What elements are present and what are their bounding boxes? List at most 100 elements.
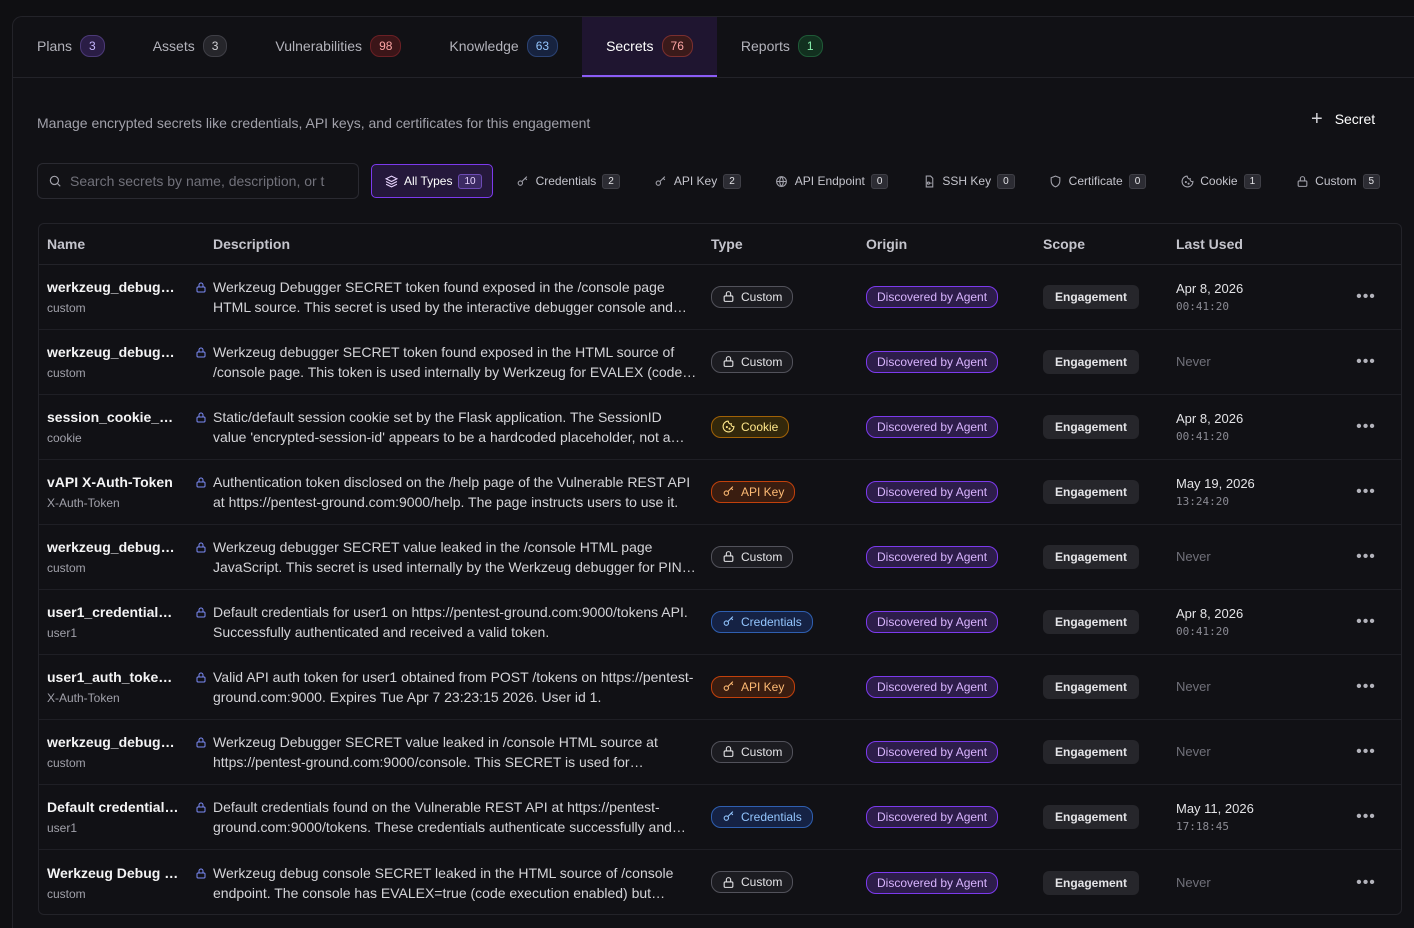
type-badge: Custom	[711, 350, 794, 373]
type-badge: Custom	[711, 871, 794, 894]
lock-icon	[722, 290, 735, 303]
secret-subtype: custom	[47, 366, 86, 380]
table-row[interactable]: user1_credentials_vapi user1 Default cre…	[39, 590, 1401, 655]
more-actions-icon[interactable]: •••	[1356, 483, 1376, 501]
more-actions-icon[interactable]: •••	[1356, 353, 1376, 371]
filter-label: Custom	[1315, 174, 1357, 188]
tab-vulnerabilities[interactable]: Vulnerabilities 98	[251, 17, 425, 77]
search-box[interactable]	[37, 163, 359, 199]
tab-reports[interactable]: Reports 1	[717, 17, 847, 77]
secret-name[interactable]: user1_credentials_vapi	[47, 604, 179, 620]
table-row[interactable]: vAPI X-Auth-Token X-Auth-Token Authentic…	[39, 460, 1401, 525]
scope-badge: Engagement	[1043, 545, 1140, 569]
filter-api-key[interactable]: API Key 2	[641, 164, 752, 198]
secret-subtype: user1	[47, 626, 78, 640]
tab-label: Vulnerabilities	[275, 38, 363, 54]
secret-name[interactable]: vAPI X-Auth-Token	[47, 474, 179, 490]
origin-badge: Discovered by Agent	[866, 416, 999, 438]
filter-label: Certificate	[1068, 174, 1123, 188]
last-used-never: Never	[1176, 354, 1211, 369]
secret-name[interactable]: Default credentials vAPI	[47, 799, 179, 815]
tab-plans[interactable]: Plans 3	[13, 17, 129, 77]
last-used-never: Never	[1176, 549, 1211, 564]
table-row[interactable]: werkzeug_debugger_secret_token custom We…	[39, 265, 1401, 330]
header-type[interactable]: Type	[711, 236, 866, 252]
more-actions-icon[interactable]: •••	[1356, 743, 1376, 761]
lock-icon	[195, 476, 207, 488]
filter-label: SSH Key	[942, 174, 992, 188]
secret-name[interactable]: werkzeug_debugger_secret_token	[47, 279, 179, 295]
origin-badge: Discovered by Agent	[866, 481, 999, 503]
origin-badge: Discovered by Agent	[866, 286, 999, 308]
filter-credentials[interactable]: Credentials 2	[503, 164, 631, 198]
last-used-time: 13:24:20	[1176, 495, 1229, 508]
origin-badge: Discovered by Agent	[866, 741, 999, 763]
secret-name[interactable]: werkzeug_debugger_secret_console	[47, 734, 179, 750]
tab-label: Reports	[740, 38, 790, 54]
tab-count-badge: 98	[370, 35, 402, 57]
lock-icon	[195, 736, 207, 748]
table-header: Name Description Type Origin Scope Last …	[39, 224, 1401, 265]
filter-certificate[interactable]: Certificate 0	[1036, 164, 1158, 198]
header-description[interactable]: Description	[213, 236, 711, 252]
header-name[interactable]: Name	[39, 236, 213, 252]
table-row[interactable]: werkzeug_debugger_secret custom Werkzeug…	[39, 330, 1401, 395]
type-label: Custom	[741, 549, 783, 564]
tab-secrets[interactable]: Secrets 76	[582, 17, 717, 77]
table-row[interactable]: werkzeug_debugger_secret_value custom We…	[39, 525, 1401, 590]
tab-assets[interactable]: Assets 3	[129, 17, 252, 77]
search-input[interactable]	[70, 173, 328, 189]
secret-description: Werkzeug Debugger SECRET token found exp…	[213, 279, 673, 315]
secrets-panel: Plans 3 Assets 3 Vulnerabilities 98 Knowled…	[12, 16, 1414, 928]
more-actions-icon[interactable]: •••	[1356, 548, 1376, 566]
filter-count: 2	[723, 173, 741, 189]
tab-knowledge[interactable]: Knowledge 63	[425, 17, 582, 77]
filter-ssh-key[interactable]: SSH Key 0	[909, 164, 1025, 198]
lock-icon	[195, 801, 207, 813]
header-scope[interactable]: Scope	[1043, 236, 1176, 252]
secret-subtype: X-Auth-Token	[47, 496, 120, 510]
more-actions-icon[interactable]: •••	[1356, 613, 1376, 631]
secret-name[interactable]: session_cookie_static	[47, 409, 179, 425]
secret-description: Werkzeug debugger SECRET value leaked in…	[213, 539, 682, 575]
type-label: Cookie	[741, 419, 779, 434]
secret-subtype: custom	[47, 561, 86, 575]
secret-name[interactable]: user1_auth_token_vapi	[47, 669, 179, 685]
more-actions-icon[interactable]: •••	[1356, 418, 1376, 436]
table-row[interactable]: user1_auth_token_vapi X-Auth-Token Valid…	[39, 655, 1401, 720]
filter-all-types[interactable]: All Types 10	[371, 164, 493, 198]
header-origin[interactable]: Origin	[866, 236, 1043, 252]
origin-badge: Discovered by Agent	[866, 546, 999, 568]
lock-icon	[722, 745, 735, 758]
secret-description: Werkzeug debugger SECRET token found exp…	[213, 344, 683, 380]
more-actions-icon[interactable]: •••	[1356, 808, 1376, 826]
table-row[interactable]: Default credentials vAPI user1 Default c…	[39, 785, 1401, 850]
table-row[interactable]: Werkzeug Debug Console Secret custom Wer…	[39, 850, 1401, 914]
type-label: Credentials	[741, 614, 802, 629]
table-row[interactable]: werkzeug_debugger_secret_console custom …	[39, 720, 1401, 785]
secret-name[interactable]: werkzeug_debugger_secret	[47, 344, 179, 360]
filter-api-endpoint[interactable]: API Endpoint 0	[762, 164, 900, 198]
secret-description: Default credentials for user1 on https:/…	[213, 604, 688, 640]
secret-name[interactable]: werkzeug_debugger_secret_value	[47, 539, 179, 555]
secrets-table: Name Description Type Origin Scope Last …	[38, 223, 1402, 915]
plus-icon: +	[1311, 108, 1323, 130]
secret-subtype: custom	[47, 301, 86, 315]
last-used-time: 00:41:20	[1176, 430, 1229, 443]
table-body: werkzeug_debugger_secret_token custom We…	[39, 265, 1401, 914]
more-actions-icon[interactable]: •••	[1356, 678, 1376, 696]
table-row[interactable]: session_cookie_static cookie Static/defa…	[39, 395, 1401, 460]
more-actions-icon[interactable]: •••	[1356, 288, 1376, 306]
filter-cookie[interactable]: Cookie 1	[1167, 164, 1272, 198]
add-secret-button[interactable]: + Secret	[1311, 108, 1375, 130]
more-actions-icon[interactable]: •••	[1356, 874, 1376, 892]
secret-name[interactable]: Werkzeug Debug Console Secret	[47, 865, 179, 881]
filter-custom[interactable]: Custom 5	[1282, 164, 1391, 198]
scope-badge: Engagement	[1043, 415, 1140, 439]
secret-subtype: cookie	[47, 431, 82, 445]
filter-count: 0	[997, 173, 1015, 189]
lock-icon	[195, 541, 207, 553]
header-last-used[interactable]: Last Used	[1176, 236, 1336, 252]
tab-label: Plans	[37, 38, 73, 54]
filter-label: All Types	[404, 174, 453, 188]
